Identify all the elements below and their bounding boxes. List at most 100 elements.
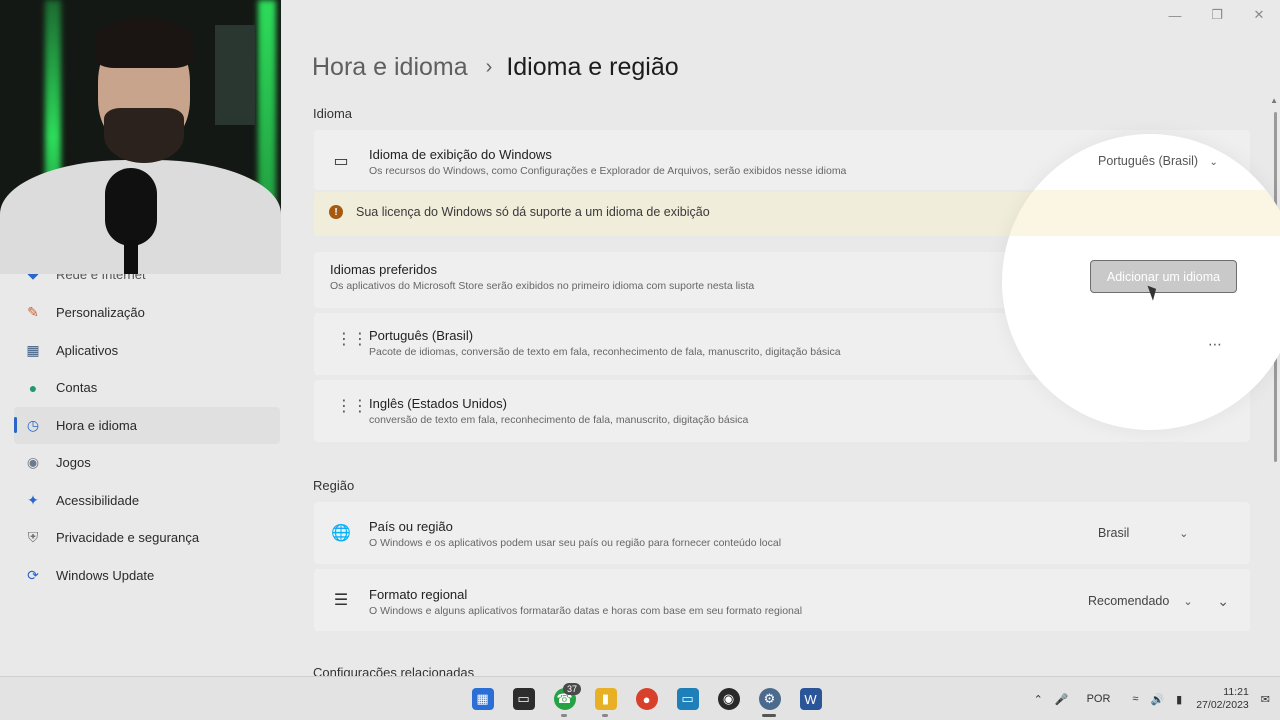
sidebar-item-gaming[interactable]: ◉ Jogos [0,444,290,482]
volume-icon[interactable]: 🔊 [1150,693,1164,706]
sidebar: ◆ Rede e Internet ✎ Personalização ▦ Apl… [0,268,290,594]
monitor-icon: ▭ [676,688,699,710]
terminal-app[interactable]: ▭ [503,683,544,715]
globe-clock-icon: ◷ [26,416,40,433]
minimize-icon[interactable]: — [1154,0,1196,30]
microphone [105,168,157,246]
add-language-button[interactable]: Adicionar um idioma [1090,260,1237,293]
sidebar-item-label: Jogos [56,455,91,471]
whatsapp-app[interactable]: ☎ 37 [544,683,585,717]
sidebar-item-label: Aplicativos [56,342,119,358]
accessibility-icon: ✦ [27,491,39,508]
regional-format-icon: ☰ [333,592,349,609]
notification-icon[interactable]: ✉ [1261,693,1270,706]
country-region-card: 🌐 País ou região O Windows e os aplicati… [314,502,1250,564]
warning-icon: ! [329,205,343,219]
sidebar-item-windows-update[interactable]: ⟳ Windows Update [0,557,290,595]
country-region-desc: O Windows e os aplicativos podem usar se… [369,537,782,549]
sidebar-item-personalization[interactable]: ✎ Personalização [0,294,290,332]
running-indicator [762,714,776,717]
microphone-stand [124,240,138,274]
battery-icon[interactable]: ▮ [1176,693,1182,706]
input-language[interactable]: POR [1087,693,1111,705]
record-icon: ◉ [717,688,740,710]
running-indicator [561,714,567,717]
chrome-app[interactable]: ● [626,683,667,715]
preferred-languages-desc: Os aplicativos do Microsoft Store serão … [330,280,755,292]
sidebar-item-label: Personalização [56,305,145,321]
sidebar-item-label: Contas [56,380,98,396]
file-explorer-app[interactable]: ▮ [585,683,626,717]
window-controls: — ❐ ✕ [1154,0,1280,30]
regional-format-card[interactable]: ☰ Formato regional O Windows e alguns ap… [314,569,1250,631]
start-button[interactable]: ▦ [462,683,503,715]
chrome-icon: ● [635,688,658,710]
language-desc: conversão de texto em fala, reconhecimen… [369,414,749,426]
chevron-right-icon: › [485,56,493,78]
regional-format-value: Recomendado [1088,594,1170,608]
notification-badge: 37 [562,683,581,695]
expand-chevron-icon[interactable]: ⌄ [1217,593,1230,610]
chevron-up-icon[interactable]: ⌃ [1034,693,1043,706]
remote-desktop-app[interactable]: ▭ [667,683,708,715]
clock[interactable]: 11:21 27/02/2023 [1196,686,1249,712]
country-region-title: País ou região [369,519,453,534]
sidebar-item-label: Hora e idioma [56,417,137,433]
regional-format-title: Formato regional [369,587,468,602]
regional-format-desc: O Windows e alguns aplicativos formatarã… [369,605,803,617]
settings-app[interactable]: ⚙ [749,683,790,717]
sidebar-item-apps[interactable]: ▦ Aplicativos [0,332,290,370]
sidebar-item-label: Windows Update [56,567,155,583]
sidebar-item-label: Acessibilidade [56,492,140,508]
recorder-app[interactable]: ◉ [708,683,749,715]
webcam-overlay [0,0,281,274]
apps-icon: ▦ [26,341,40,358]
language-desc: Pacote de idiomas, conversão de texto em… [369,346,841,358]
close-icon[interactable]: ✕ [1238,0,1280,30]
gear-icon: ⚙ [758,688,781,710]
sidebar-item-time-language[interactable]: ◷ Hora e idioma [14,406,280,444]
sidebar-item-accessibility[interactable]: ✦ Acessibilidade [0,482,290,520]
language-name: Inglês (Estados Unidos) [369,396,508,411]
drag-handle-icon[interactable]: ⋮⋮ [336,399,368,415]
microphone-icon[interactable]: 🎤 [1055,693,1069,706]
page-title: Idioma e região [506,53,679,81]
country-dropdown-value: Brasil [1098,526,1130,540]
breadcrumb-parent[interactable]: Hora e idioma [312,53,468,82]
spotlight-highlight: Português (Brasil) ⌄ Adicionar um idioma… [1002,134,1280,430]
display-language-title: Idioma de exibição do Windows [369,147,552,162]
presenter-beard [104,108,184,163]
chevron-down-icon: ⌄ [1179,527,1189,540]
regional-format-dropdown[interactable]: Recomendado ⌄ [1088,594,1193,608]
globe-icon: 🌐 [331,525,351,542]
background-shelf [215,25,255,125]
display-language-dropdown[interactable]: Português (Brasil) ⌄ [1098,154,1218,168]
language-name: Português (Brasil) [369,328,474,343]
taskbar: ▦ ▭ ☎ 37 ▮ ● ▭ ◉ ⚙ W ⌃ 🎤 POR ≈ 🔊 ▮ 11:21 … [0,676,1280,720]
restore-icon[interactable]: ❐ [1196,0,1238,30]
running-indicator [602,714,608,717]
chevron-down-icon: ⌄ [1183,595,1193,608]
sidebar-item-accounts[interactable]: ● Contas [0,369,290,407]
preferred-languages-title: Idiomas preferidos [330,262,437,277]
sidebar-item-privacy[interactable]: ⛨ Privacidade e segurança [0,519,290,557]
more-options-icon[interactable]: ⋯ [1208,336,1222,353]
warning-band [1002,190,1280,236]
chevron-down-icon: ⌄ [1209,157,1218,168]
brush-icon: ✎ [27,304,39,321]
country-dropdown[interactable]: Brasil ⌄ [1098,526,1188,540]
drag-handle-icon[interactable]: ⋮⋮ [336,332,368,348]
section-title-region: Região [313,478,355,493]
word-app[interactable]: W [790,683,831,715]
terminal-icon: ▭ [512,688,535,710]
scroll-up-icon[interactable]: ▲ [1270,96,1278,105]
wifi-icon[interactable]: ≈ [1132,693,1138,705]
shield-icon: ⛨ [27,529,39,546]
clock-date: 27/02/2023 [1196,699,1249,711]
gamepad-icon: ◉ [26,454,40,471]
windows-logo-icon: ▦ [471,688,494,710]
section-title-language: Idioma [313,106,353,121]
person-icon: ● [28,379,38,396]
display-language-desc: Os recursos do Windows, como Configuraçõ… [369,165,847,177]
update-icon: ⟳ [27,566,39,583]
